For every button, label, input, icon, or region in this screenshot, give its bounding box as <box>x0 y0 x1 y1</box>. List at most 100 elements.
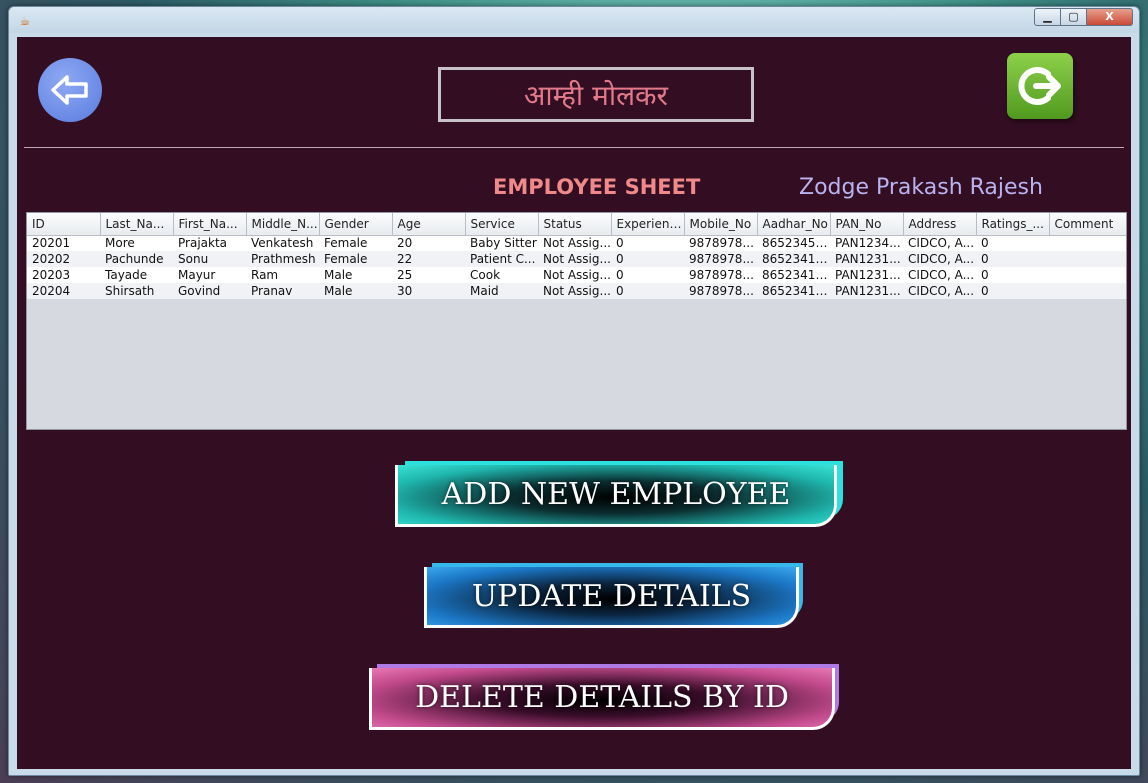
table-cell: Shirsath <box>100 283 173 299</box>
add-new-employee-button[interactable]: ADD NEW EMPLOYEE <box>395 465 837 527</box>
table-cell: Baby Sitter <box>465 235 538 251</box>
page-title: आम्ही मोलकर <box>438 67 754 122</box>
table-cell: 0 <box>976 267 1049 283</box>
table-cell: CIDCO, A... <box>903 283 976 299</box>
table-cell: Venkatesh <box>246 235 319 251</box>
table-cell: 20201 <box>27 235 100 251</box>
table-cell: PAN1231... <box>830 283 903 299</box>
column-header[interactable]: Ratings_... <box>976 213 1050 236</box>
column-header[interactable]: Address <box>903 213 977 236</box>
table-cell: 9878978... <box>684 267 757 283</box>
table-cell: Female <box>319 235 392 251</box>
table-cell: Male <box>319 267 392 283</box>
title-bar[interactable]: ☕ ▁ ▢ X <box>9 7 1139 33</box>
table-cell: CIDCO, A... <box>903 251 976 267</box>
table-row[interactable]: 20204 Shirsath Govind Pranav Male 30 Mai… <box>27 283 1126 299</box>
table-cell: Patient C... <box>465 251 538 267</box>
table-cell <box>1049 235 1126 251</box>
table-cell: Sonu <box>173 251 246 267</box>
update-details-button[interactable]: UPDATE DETAILS <box>424 567 799 628</box>
table-cell: 9878978... <box>684 251 757 267</box>
table-cell: 0 <box>611 251 684 267</box>
table-cell: Ram <box>246 267 319 283</box>
table-cell: 865234113 <box>757 283 830 299</box>
table-cell: Pachunde <box>100 251 173 267</box>
column-header[interactable]: Aadhar_No <box>757 213 831 236</box>
back-button[interactable] <box>38 58 102 122</box>
table-cell: 865234112 <box>757 267 830 283</box>
table-cell: Maid <box>465 283 538 299</box>
table-cell: 0 <box>611 267 684 283</box>
table-cell: Male <box>319 283 392 299</box>
table-cell: 0 <box>976 235 1049 251</box>
column-header[interactable]: Service <box>465 213 539 236</box>
table-cell: 20204 <box>27 283 100 299</box>
header-divider <box>24 147 1124 148</box>
employee-table-container[interactable]: ID Last_Na... First_Na... Middle_N... Ge… <box>26 212 1127 430</box>
table-cell: 25 <box>392 267 465 283</box>
column-header[interactable]: Mobile_No <box>684 213 758 236</box>
table-cell: Prathmesh <box>246 251 319 267</box>
table-cell: 20202 <box>27 251 100 267</box>
table-cell: PAN1231... <box>830 251 903 267</box>
table-cell: 20 <box>392 235 465 251</box>
column-header[interactable]: Middle_N... <box>246 213 320 236</box>
column-header[interactable]: Age <box>392 213 466 236</box>
main-panel: आम्ही मोलकर EMPLOYEE SHEET Zodge Prakash… <box>17 37 1131 769</box>
table-row[interactable]: 20203 Tayade Mayur Ram Male 25 Cook Not … <box>27 267 1126 283</box>
logout-button[interactable] <box>1007 53 1073 119</box>
table-cell: CIDCO, A... <box>903 235 976 251</box>
table-cell <box>1049 251 1126 267</box>
app-window: ☕ ▁ ▢ X आम्ही मोलकर EMPLOYEE SHEET Zodge… <box>8 6 1140 776</box>
table-cell <box>1049 283 1126 299</box>
window-controls: ▁ ▢ X <box>1034 8 1133 26</box>
table-cell: 22 <box>392 251 465 267</box>
table-cell: 30 <box>392 283 465 299</box>
table-cell: Tayade <box>100 267 173 283</box>
table-row[interactable]: 20202 Pachunde Sonu Prathmesh Female 22 … <box>27 251 1126 267</box>
minimize-button[interactable]: ▁ <box>1034 8 1061 26</box>
close-button[interactable]: X <box>1087 8 1133 26</box>
user-name: Zodge Prakash Rajesh <box>799 175 1043 200</box>
sheet-title: EMPLOYEE SHEET <box>493 175 701 199</box>
logout-icon <box>1018 67 1061 105</box>
table-cell: 9878978... <box>684 283 757 299</box>
table-cell: Female <box>319 251 392 267</box>
delete-details-by-id-button[interactable]: DELETE DETAILS BY ID <box>369 668 835 730</box>
table-cell: PAN1234... <box>830 235 903 251</box>
table-cell: Mayur <box>173 267 246 283</box>
column-header[interactable]: Comment <box>1049 213 1126 236</box>
table-cell: PAN1231... <box>830 267 903 283</box>
table-cell: 0 <box>611 235 684 251</box>
table-cell: 0 <box>976 251 1049 267</box>
table-cell: Prajakta <box>173 235 246 251</box>
column-header[interactable]: ID <box>27 213 101 236</box>
table-cell: Cook <box>465 267 538 283</box>
table-header-row: ID Last_Na... First_Na... Middle_N... Ge… <box>27 213 1126 236</box>
table-cell: Not Assig... <box>538 267 611 283</box>
table-cell: 0 <box>611 283 684 299</box>
table-cell: More <box>100 235 173 251</box>
column-header[interactable]: Status <box>538 213 612 236</box>
table-cell: 865234111 <box>757 251 830 267</box>
table-row[interactable]: 20201 More Prajakta Venkatesh Female 20 … <box>27 235 1126 251</box>
table-cell: 0 <box>976 283 1049 299</box>
back-arrow-icon <box>51 75 88 105</box>
maximize-button[interactable]: ▢ <box>1061 8 1087 26</box>
table-cell: Pranav <box>246 283 319 299</box>
table-cell <box>1049 267 1126 283</box>
table-cell: Not Assig... <box>538 235 611 251</box>
column-header[interactable]: Last_Na... <box>100 213 174 236</box>
table-cell: CIDCO, A... <box>903 267 976 283</box>
column-header[interactable]: Gender <box>319 213 393 236</box>
column-header[interactable]: Experienc... <box>611 213 685 236</box>
table-cell: Govind <box>173 283 246 299</box>
table-cell: 20203 <box>27 267 100 283</box>
employee-table: ID Last_Na... First_Na... Middle_N... Ge… <box>27 213 1126 299</box>
column-header[interactable]: First_Na... <box>173 213 247 236</box>
table-cell: 865234568 <box>757 235 830 251</box>
column-header[interactable]: PAN_No <box>830 213 904 236</box>
table-cell: Not Assig... <box>538 283 611 299</box>
table-cell: Not Assig... <box>538 251 611 267</box>
table-cell: 9878978... <box>684 235 757 251</box>
